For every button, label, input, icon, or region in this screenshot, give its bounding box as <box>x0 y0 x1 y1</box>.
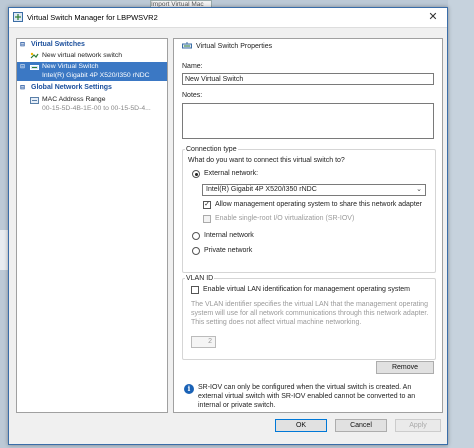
name-input[interactable]: New Virtual Switch <box>182 73 434 85</box>
sriov-info-text: SR-IOV can only be configured when the v… <box>198 384 416 409</box>
collapse-icon[interactable]: ⊟ <box>20 63 25 70</box>
chevron-down-icon: ⌄ <box>416 186 422 193</box>
vlan-id-spinner[interactable]: 2 <box>191 336 216 348</box>
allow-management-label: Allow management operating system to sha… <box>215 201 422 208</box>
private-network-radio[interactable] <box>192 247 200 255</box>
tree-header-global-network-settings[interactable]: ⊟ Global Network Settings <box>17 83 167 93</box>
properties-title: Virtual Switch Properties <box>196 43 273 50</box>
mac-range-label: MAC Address Range <box>42 96 106 103</box>
private-network-label: Private network <box>204 247 253 254</box>
tree-item-label: New virtual network switch <box>42 52 123 59</box>
adapter-selected-value: Intel(R) Gigabit 4P X520/I350 rNDC <box>206 186 317 193</box>
connection-question: What do you want to connect this virtual… <box>188 157 345 164</box>
external-adapter-select[interactable]: Intel(R) Gigabit 4P X520/I350 rNDC ⌄ <box>202 184 426 196</box>
virtual-switch-manager-window: Virtual Switch Manager for LBPWSVR2 ✕ ⊟ … <box>8 7 448 445</box>
add-switch-icon <box>30 52 39 59</box>
cancel-button[interactable]: Cancel <box>335 419 387 432</box>
selected-switch-adapter: Intel(R) Gigabit 4P X520/I350 rNDC <box>42 72 150 79</box>
external-network-label: External network: <box>204 170 259 177</box>
window-title: Virtual Switch Manager for LBPWSVR2 <box>27 13 158 22</box>
close-icon[interactable]: ✕ <box>425 10 441 24</box>
name-label: Name: <box>182 63 203 70</box>
allow-management-checkbox[interactable]: ✓ <box>203 201 211 209</box>
internal-network-label: Internal network <box>204 232 254 239</box>
external-network-radio[interactable] <box>192 170 200 178</box>
notes-textarea[interactable] <box>182 103 434 139</box>
tree-item-new-virtual-switch[interactable]: New virtual network switch <box>17 51 167 61</box>
properties-pane: Virtual Switch Properties Name: New Virt… <box>173 38 443 413</box>
tree-item-selected-switch[interactable]: ⊟ New Virtual Switch Intel(R) Gigabit 4P… <box>17 62 167 81</box>
sriov-label: Enable single-root I/O virtualization (S… <box>215 215 355 222</box>
title-bar: Virtual Switch Manager for LBPWSVR2 ✕ <box>9 8 447 28</box>
navigation-tree: ⊟ Virtual Switches New virtual network s… <box>16 38 168 413</box>
collapse-icon[interactable]: ⊟ <box>20 41 28 49</box>
enable-vlan-label: Enable virtual LAN identification for ma… <box>203 286 410 293</box>
virtual-switch-icon <box>30 65 39 70</box>
info-icon: i <box>184 384 194 394</box>
connection-type-group <box>182 149 436 273</box>
virtual-switch-icon <box>182 42 192 49</box>
selected-switch-name: New Virtual Switch <box>42 63 99 70</box>
app-network-icon <box>13 12 23 22</box>
connection-type-label: Connection type <box>185 146 238 153</box>
mac-address-icon <box>30 97 39 104</box>
tree-item-mac-address-range[interactable]: MAC Address Range 00-15-5D-4B-1E-00 to 0… <box>17 95 167 115</box>
vlan-id-label: VLAN ID <box>185 275 215 282</box>
tree-header-label: Virtual Switches <box>31 41 85 48</box>
notes-label: Notes: <box>182 92 203 99</box>
ok-button[interactable]: OK <box>275 419 327 432</box>
internal-network-radio[interactable] <box>192 232 200 240</box>
remove-button[interactable]: Remove <box>376 361 434 374</box>
tree-header-virtual-switches[interactable]: ⊟ Virtual Switches <box>17 40 167 50</box>
enable-vlan-checkbox[interactable] <box>191 286 199 294</box>
vlan-description: The VLAN identifier specifies the virtua… <box>191 301 429 326</box>
apply-button[interactable]: Apply <box>395 419 441 432</box>
mac-range-value: 00-15-5D-4B-1E-00 to 00-15-5D-4... <box>42 105 151 112</box>
background-desktop-right <box>448 0 474 448</box>
tree-header-label: Global Network Settings <box>31 84 112 91</box>
sriov-checkbox[interactable] <box>203 215 211 223</box>
collapse-icon[interactable]: ⊟ <box>20 84 28 92</box>
